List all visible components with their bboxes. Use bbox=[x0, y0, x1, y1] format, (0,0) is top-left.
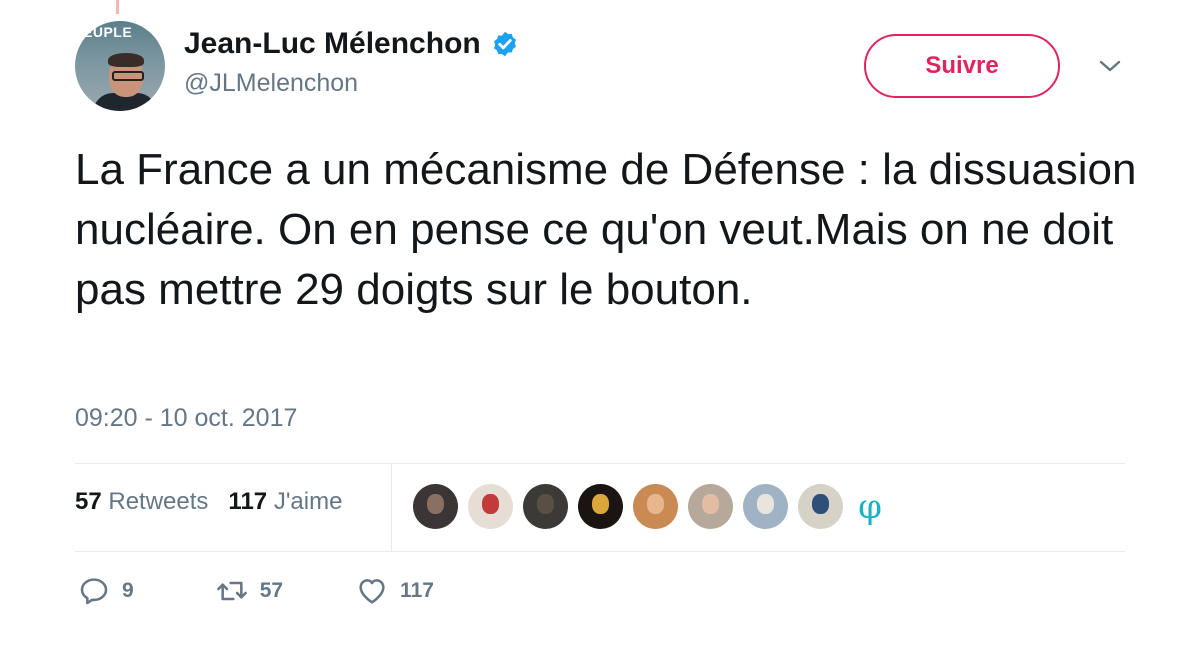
author-handle[interactable]: @JLMelenchon bbox=[184, 69, 358, 98]
engagement-stats: 57 Retweets 117 J'aime bbox=[75, 488, 342, 516]
retweet-count: 57 bbox=[260, 579, 283, 603]
liker-avatar-figure bbox=[702, 494, 719, 514]
tweet-actions: 9 57 117 bbox=[78, 575, 434, 607]
like-button[interactable]: 117 bbox=[356, 575, 434, 607]
follow-button[interactable]: Suivre bbox=[864, 34, 1060, 98]
retweets-label: Retweets bbox=[108, 488, 208, 515]
chevron-down-icon[interactable] bbox=[1098, 56, 1122, 76]
liker-avatar[interactable] bbox=[798, 484, 843, 529]
liker-avatar[interactable] bbox=[578, 484, 623, 529]
liker-avatar[interactable] bbox=[413, 484, 458, 529]
reply-icon bbox=[78, 575, 110, 607]
liker-avatar[interactable] bbox=[468, 484, 513, 529]
liker-avatar-figure bbox=[592, 494, 609, 514]
liker-avatar-figure bbox=[812, 494, 829, 514]
divider-top bbox=[75, 463, 1125, 464]
author-avatar[interactable]: EUPLE bbox=[75, 21, 165, 111]
reply-button[interactable]: 9 bbox=[78, 575, 134, 607]
liker-avatar-figure bbox=[647, 494, 664, 514]
author-name[interactable]: Jean-Luc Mélenchon bbox=[184, 27, 481, 61]
phi-avatar-icon[interactable]: φ bbox=[853, 487, 887, 527]
likers-avatars: φ bbox=[413, 484, 887, 529]
liker-avatar[interactable] bbox=[688, 484, 733, 529]
heart-icon bbox=[356, 575, 388, 607]
likes-label: J'aime bbox=[274, 488, 343, 515]
tweet-text: La France a un mécanisme de Défense : la… bbox=[75, 140, 1155, 320]
liker-avatar[interactable] bbox=[523, 484, 568, 529]
likes-stat[interactable]: 117 J'aime bbox=[228, 488, 342, 516]
liker-avatar-figure bbox=[482, 494, 499, 514]
liker-avatar-figure bbox=[757, 494, 774, 514]
top-edge-mark bbox=[116, 0, 119, 14]
reply-count: 9 bbox=[122, 579, 134, 603]
verified-badge-icon bbox=[491, 30, 519, 58]
avatar-hair bbox=[108, 53, 144, 67]
likes-count: 117 bbox=[228, 488, 267, 515]
liker-avatar-figure bbox=[427, 494, 444, 514]
divider-bottom bbox=[75, 551, 1125, 552]
retweet-button[interactable]: 57 bbox=[216, 575, 283, 607]
tweet-timestamp[interactable]: 09:20 - 10 oct. 2017 bbox=[75, 404, 297, 433]
like-count: 117 bbox=[400, 579, 434, 603]
retweet-icon bbox=[216, 575, 248, 607]
liker-avatar[interactable] bbox=[633, 484, 678, 529]
avatar-caption: EUPLE bbox=[83, 24, 132, 40]
stats-vertical-divider bbox=[391, 464, 392, 551]
liker-avatar-figure bbox=[537, 494, 554, 514]
author-name-row: Jean-Luc Mélenchon bbox=[184, 26, 519, 62]
avatar-glasses bbox=[112, 71, 144, 81]
retweets-stat[interactable]: 57 Retweets bbox=[75, 488, 208, 516]
retweets-count: 57 bbox=[75, 488, 102, 515]
liker-avatar[interactable] bbox=[743, 484, 788, 529]
